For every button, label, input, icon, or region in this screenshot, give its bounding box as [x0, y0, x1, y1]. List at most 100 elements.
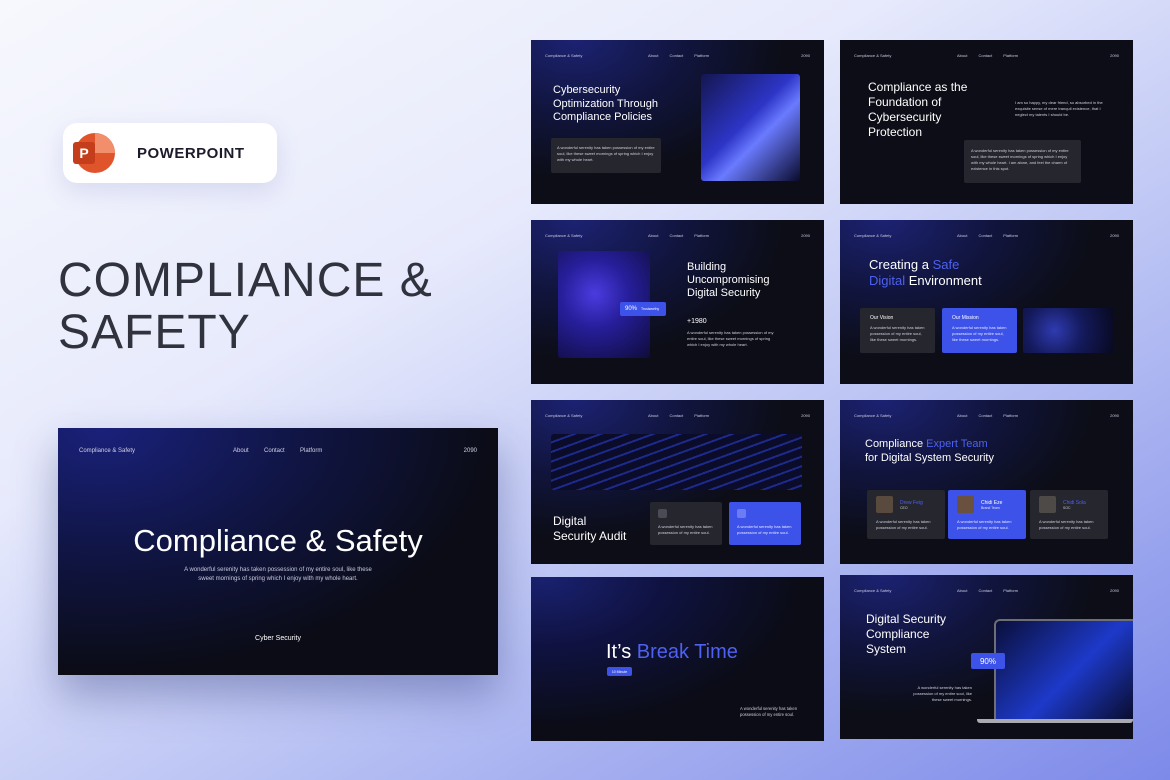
s3-body: A wonderful serenity has taken possessio…	[687, 330, 774, 347]
s8-body: A wonderful serenity has taken possessio…	[913, 685, 972, 702]
slide-year: 2090	[801, 53, 810, 58]
s1-title-3: Compliance Policies	[553, 111, 653, 123]
nav-contact: Contact	[978, 233, 993, 238]
s5-card-1: A wonderful serenity has taken possessio…	[650, 502, 722, 545]
s5-title-2: Security Audit	[553, 529, 627, 543]
s6-member-1-body: A wonderful serenity has taken possessio…	[876, 519, 931, 530]
s7-body: A wonderful serenity has taken possessio…	[740, 706, 798, 717]
nav-contact: Contact	[669, 413, 684, 418]
s3-stat-badge: 90% Trustworthy	[620, 302, 666, 316]
badge-label: POWERPOINT	[137, 144, 245, 162]
s2-card-text: A wonderful serenity has taken possessio…	[971, 148, 1069, 171]
s8-title-2: Compliance	[866, 627, 930, 641]
nav-platform: Platform	[694, 233, 710, 238]
nav-about: About	[648, 413, 659, 418]
s1-title-1: Cybersecurity	[553, 84, 621, 96]
slide-compliance-foundation: Compliance & Safety About Contact Platform 2…	[840, 40, 1133, 204]
s1-title-2: Optimization Through	[553, 98, 658, 110]
cover-nav-contact: Contact	[264, 448, 285, 454]
nav-contact: Contact	[978, 413, 993, 418]
s3-title-1: Building	[687, 261, 727, 273]
nav-contact: Contact	[978, 588, 993, 593]
s4-title-1a: Creating a	[869, 257, 933, 272]
lock-icon	[658, 509, 667, 518]
s4-title-2a: Digital	[869, 273, 906, 288]
powerpoint-badge: P POWERPOINT	[63, 123, 277, 183]
s1-code-image	[701, 74, 800, 181]
slide-year: 2090	[801, 413, 810, 418]
s6-member-card-1: Drew Feig CEO A wonderful serenity has ta…	[867, 490, 945, 539]
nav-platform: Platform	[694, 53, 710, 58]
s6-member-1-name: Drew Feig	[900, 499, 923, 506]
s3-title-3: Digital Security	[687, 287, 761, 299]
s6-member-3-name: Chidi Sola	[1063, 499, 1086, 506]
title-line2: SAFETY	[58, 306, 251, 359]
s6-member-1-role: CEO	[900, 505, 908, 510]
s2-title-2: Foundation of	[868, 95, 942, 109]
s2-title-3: Cybersecurity	[868, 110, 942, 124]
s5-title-1: Digital	[553, 514, 587, 528]
cover-year: 2090	[463, 448, 477, 454]
s8-laptop-base	[977, 719, 1133, 723]
s2-title-1: Compliance as the	[868, 80, 968, 94]
s6-member-card-3: Chidi Sola SOC A wonderful serenity has t…	[1030, 490, 1108, 539]
nav-about: About	[648, 53, 659, 58]
s6-member-card-2: Chidi Eze Brand Team A wonderful serenity…	[948, 490, 1026, 539]
slide-brand: Compliance & Safety	[545, 413, 583, 418]
nav-about: About	[957, 588, 968, 593]
s5-card-2: A wonderful serenity has taken possessio…	[729, 502, 801, 545]
s2-card: A wonderful serenity has taken possessio…	[964, 140, 1081, 183]
s3-title-2: Uncompromising	[687, 274, 770, 286]
s6-title-1b: Expert Team	[926, 438, 988, 450]
s3-pct: 90%	[625, 306, 638, 312]
s4-vision-body: A wonderful serenity has taken possessio…	[870, 325, 925, 342]
s7-tag: 10 Minute	[607, 667, 632, 676]
s6-member-2-role: Brand Team	[981, 505, 1000, 510]
s5-card-1-text: A wonderful serenity has taken possessio…	[658, 524, 713, 535]
s4-title-1b: Safe	[932, 257, 960, 272]
avatar	[957, 496, 974, 513]
slide-cybersecurity-optimization: Compliance & Safety About Contact Platform 2…	[531, 40, 824, 204]
s5-keyboard-image	[551, 434, 802, 490]
page-title: COMPLIANCE & SAFETY	[58, 255, 433, 359]
s7-title-b: Break Time	[636, 641, 738, 663]
cover-title: Compliance & Safety	[133, 523, 423, 558]
nav-contact: Contact	[669, 53, 684, 58]
s5-card-2-text: A wonderful serenity has taken possessio…	[737, 524, 792, 535]
nav-about: About	[648, 233, 659, 238]
s2-title-4: Protection	[868, 125, 923, 139]
slide-compliance-system: Compliance & Safety About Contact Platform 2…	[840, 575, 1133, 739]
s6-member-3-body: A wonderful serenity has taken possessio…	[1039, 519, 1094, 530]
slide-brand: Compliance & Safety	[854, 413, 892, 418]
nav-platform: Platform	[1003, 233, 1019, 238]
slide-year: 2090	[1110, 588, 1119, 593]
s8-title-1: Digital Security	[866, 612, 947, 626]
cover-desc-1: A wonderful serenity has taken possessio…	[184, 567, 372, 573]
slide-expert-team: Compliance & Safety About Contact Platform 2…	[840, 400, 1133, 564]
s1-card: A wonderful serenity has taken possessio…	[551, 138, 661, 173]
s4-vision-title: Our Vision	[870, 315, 894, 321]
s8-pct-badge: 90%	[971, 653, 1005, 669]
s6-member-2-name: Chidi Eze	[981, 499, 1003, 506]
s4-mission-title: Our Mission	[952, 315, 979, 321]
slide-brand: Compliance & Safety	[545, 53, 583, 58]
s8-laptop-image	[994, 619, 1133, 719]
nav-platform: Platform	[1003, 413, 1019, 418]
s6-member-2-body: A wonderful serenity has taken possessio…	[957, 519, 1012, 530]
slide-security-audit: Compliance & Safety About Contact Platform 2…	[531, 400, 824, 564]
s2-note: I am so happy, my dear friend, so absorb…	[1015, 100, 1103, 117]
cover-desc-2: sweet mornings of spring which I enjoy w…	[198, 576, 358, 582]
title-line1: COMPLIANCE &	[58, 254, 433, 307]
s4-title-2b: Environment	[905, 273, 982, 288]
s3-number: +1980	[687, 318, 707, 325]
s4-person-image	[1023, 308, 1113, 353]
s6-title-2: for Digital System Security	[865, 452, 994, 464]
slide-break-time: It’s Break Time 10 Minute A wonderful se…	[531, 577, 824, 741]
slide-safe-environment: Compliance & Safety About Contact Platform 2…	[840, 220, 1133, 384]
powerpoint-icon: P	[73, 133, 115, 173]
slide-brand: Compliance & Safety	[854, 233, 892, 238]
nav-contact: Contact	[669, 233, 684, 238]
slide-year: 2090	[1110, 53, 1119, 58]
slide-year: 2090	[801, 233, 810, 238]
nav-platform: Platform	[1003, 53, 1019, 58]
